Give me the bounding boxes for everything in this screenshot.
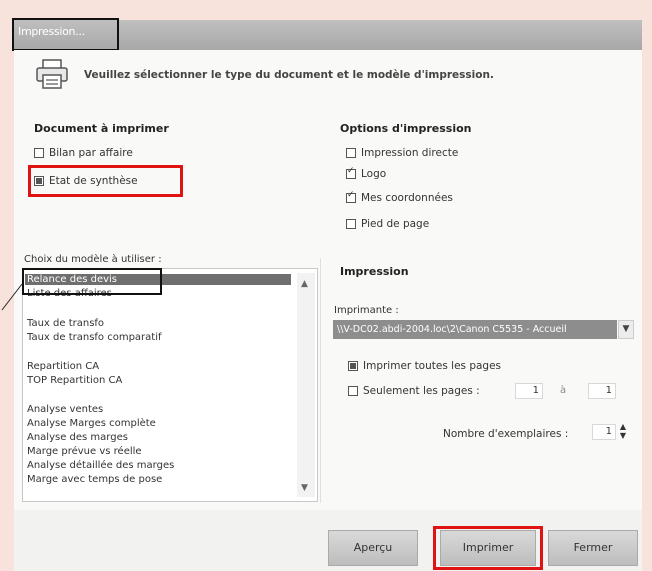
checkbox-box[interactable] [346,166,356,179]
radio-only-pages[interactable]: Seulement les pages : [348,385,480,397]
page-to-label: à [560,385,567,396]
checkbox-box[interactable] [348,386,358,396]
checkbox-label: Bilan par affaire [49,147,133,159]
list-item[interactable]: Analyse Marges complète [27,418,156,429]
scroll-up-icon[interactable]: ▲ [301,279,308,289]
checkbox-bilan-par-affaire[interactable]: Bilan par affaire [34,147,133,159]
chevron-down-icon[interactable]: ▼ [618,320,634,339]
list-item[interactable]: Analyse détaillée des marges [27,460,174,471]
radio-all-pages[interactable]: Imprimer toutes les pages [348,360,501,372]
checkbox-mes-coordonnees[interactable]: Mes coordonnées [346,190,453,204]
printer-label: Imprimante : [334,305,399,316]
print-options-title: Options d'impression [340,122,472,135]
template-list-label: Choix du modèle à utiliser : [24,254,162,265]
scroll-down-icon[interactable]: ▼ [301,483,308,493]
etat-synthese-highlight-box [28,165,183,197]
list-item[interactable]: Analyse des marges [27,432,128,443]
copies-stepper-icon[interactable]: ▲ ▼ [617,422,629,442]
list-item[interactable]: TOP Repartition CA [27,375,122,386]
list-item[interactable]: Marge avec temps de pose [27,474,162,485]
copies-label: Nombre d'exemplaires : [443,428,569,440]
checkbox-label: Mes coordonnées [361,192,453,204]
close-button[interactable]: Fermer [548,530,638,566]
list-item[interactable]: Analyse ventes [27,404,103,415]
checkbox-label: Seulement les pages : [363,385,480,397]
template-list[interactable]: Relance des devis Liste des affaires Tau… [22,268,318,502]
pointer-line [1,283,23,311]
list-scrollbar[interactable]: ▲ ▼ [297,273,315,497]
page-to-input[interactable]: 1 [588,383,616,399]
checkbox-logo[interactable]: Logo [346,166,387,180]
copies-input[interactable]: 1 [592,424,616,440]
printer-icon [34,58,70,90]
checkbox-pied-de-page[interactable]: Pied de page [346,218,429,230]
checkbox-box[interactable] [346,190,356,203]
checkbox-label: Pied de page [361,218,430,230]
list-item[interactable]: Repartition CA [27,361,99,372]
title-highlight-box [12,18,119,51]
document-section-title: Document à imprimer [34,122,169,135]
instruction-text: Veuillez sélectionner le type du documen… [84,69,494,81]
page-from-input[interactable]: 1 [515,383,543,399]
checkbox-label: Imprimer toutes les pages [363,360,502,372]
checkbox-impression-directe[interactable]: Impression directe [346,147,458,159]
list-item[interactable]: Taux de transfo [27,318,104,329]
selected-template-highlight-box [22,268,162,295]
checkbox-label: Impression directe [361,147,459,159]
checkbox-box[interactable] [346,148,356,158]
checkbox-box[interactable] [348,361,358,371]
printer-select[interactable]: \\V-DC02.abdi-2004.loc\2\Canon C5535 - A… [333,320,617,339]
impression-title: Impression [340,265,409,278]
print-button-highlight-box [433,526,543,570]
checkbox-box[interactable] [34,148,44,158]
list-item[interactable]: Taux de transfo comparatif [27,332,162,343]
list-item[interactable]: Marge prévue vs réelle [27,446,142,457]
checkbox-box[interactable] [346,219,356,229]
checkbox-label: Logo [361,168,387,180]
preview-button[interactable]: Aperçu [328,530,418,566]
vertical-separator [320,258,321,503]
